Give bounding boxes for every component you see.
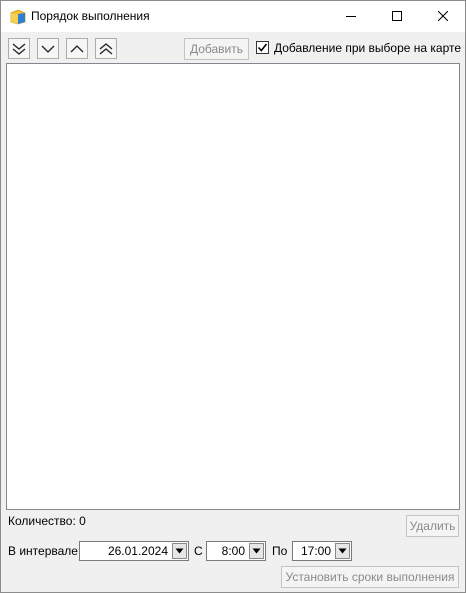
count-value: 0 [79,514,86,528]
chevron-up-icon [70,44,84,52]
checkmark-icon [257,43,268,52]
move-up-button[interactable] [66,38,88,59]
move-down-button[interactable] [37,38,59,59]
to-label: По [272,544,288,558]
date-picker[interactable]: 26.01.2024 [79,541,189,561]
set-deadlines-button[interactable]: Установить сроки выполнения [281,566,459,588]
count-label: Количество: [8,514,76,528]
to-time-value: 17:00 [300,544,331,558]
triangle-down-icon [175,548,184,554]
order-list[interactable] [6,63,460,510]
triangle-down-icon [338,548,347,554]
double-chevron-up-icon [99,42,113,54]
title-bar[interactable]: Порядок выполнения [1,1,465,32]
to-time-select[interactable]: 17:00 [292,541,352,561]
minimize-icon [346,16,356,17]
delete-button[interactable]: Удалить [406,515,459,537]
from-time-select[interactable]: 8:00 [206,541,266,561]
double-chevron-down-icon [12,43,26,55]
close-button[interactable] [420,1,466,31]
window-title: Порядок выполнения [31,9,150,23]
interval-label: В интервале [8,544,78,558]
date-value: 26.01.2024 [107,544,168,558]
close-icon [438,11,448,21]
move-to-bottom-button[interactable] [8,38,30,59]
minimize-button[interactable] [328,1,374,31]
move-to-top-button[interactable] [95,38,117,59]
add-button[interactable]: Добавить [184,38,249,60]
from-time-dropdown-button[interactable] [249,543,264,559]
count-info: Количество: 0 [8,514,86,528]
date-dropdown-button[interactable] [172,543,187,559]
add-on-map-label[interactable]: Добавление при выборе на карте [274,41,461,55]
add-on-map-checkbox[interactable] [256,41,269,54]
app-icon [10,9,26,25]
window: Порядок выполнения Добавить Добавление п… [0,0,466,593]
from-label: С [194,544,203,558]
chevron-down-icon [41,45,55,53]
maximize-button[interactable] [374,1,420,31]
maximize-icon [392,11,402,21]
to-time-dropdown-button[interactable] [335,543,350,559]
triangle-down-icon [252,548,261,554]
from-time-value: 8:00 [221,544,245,558]
